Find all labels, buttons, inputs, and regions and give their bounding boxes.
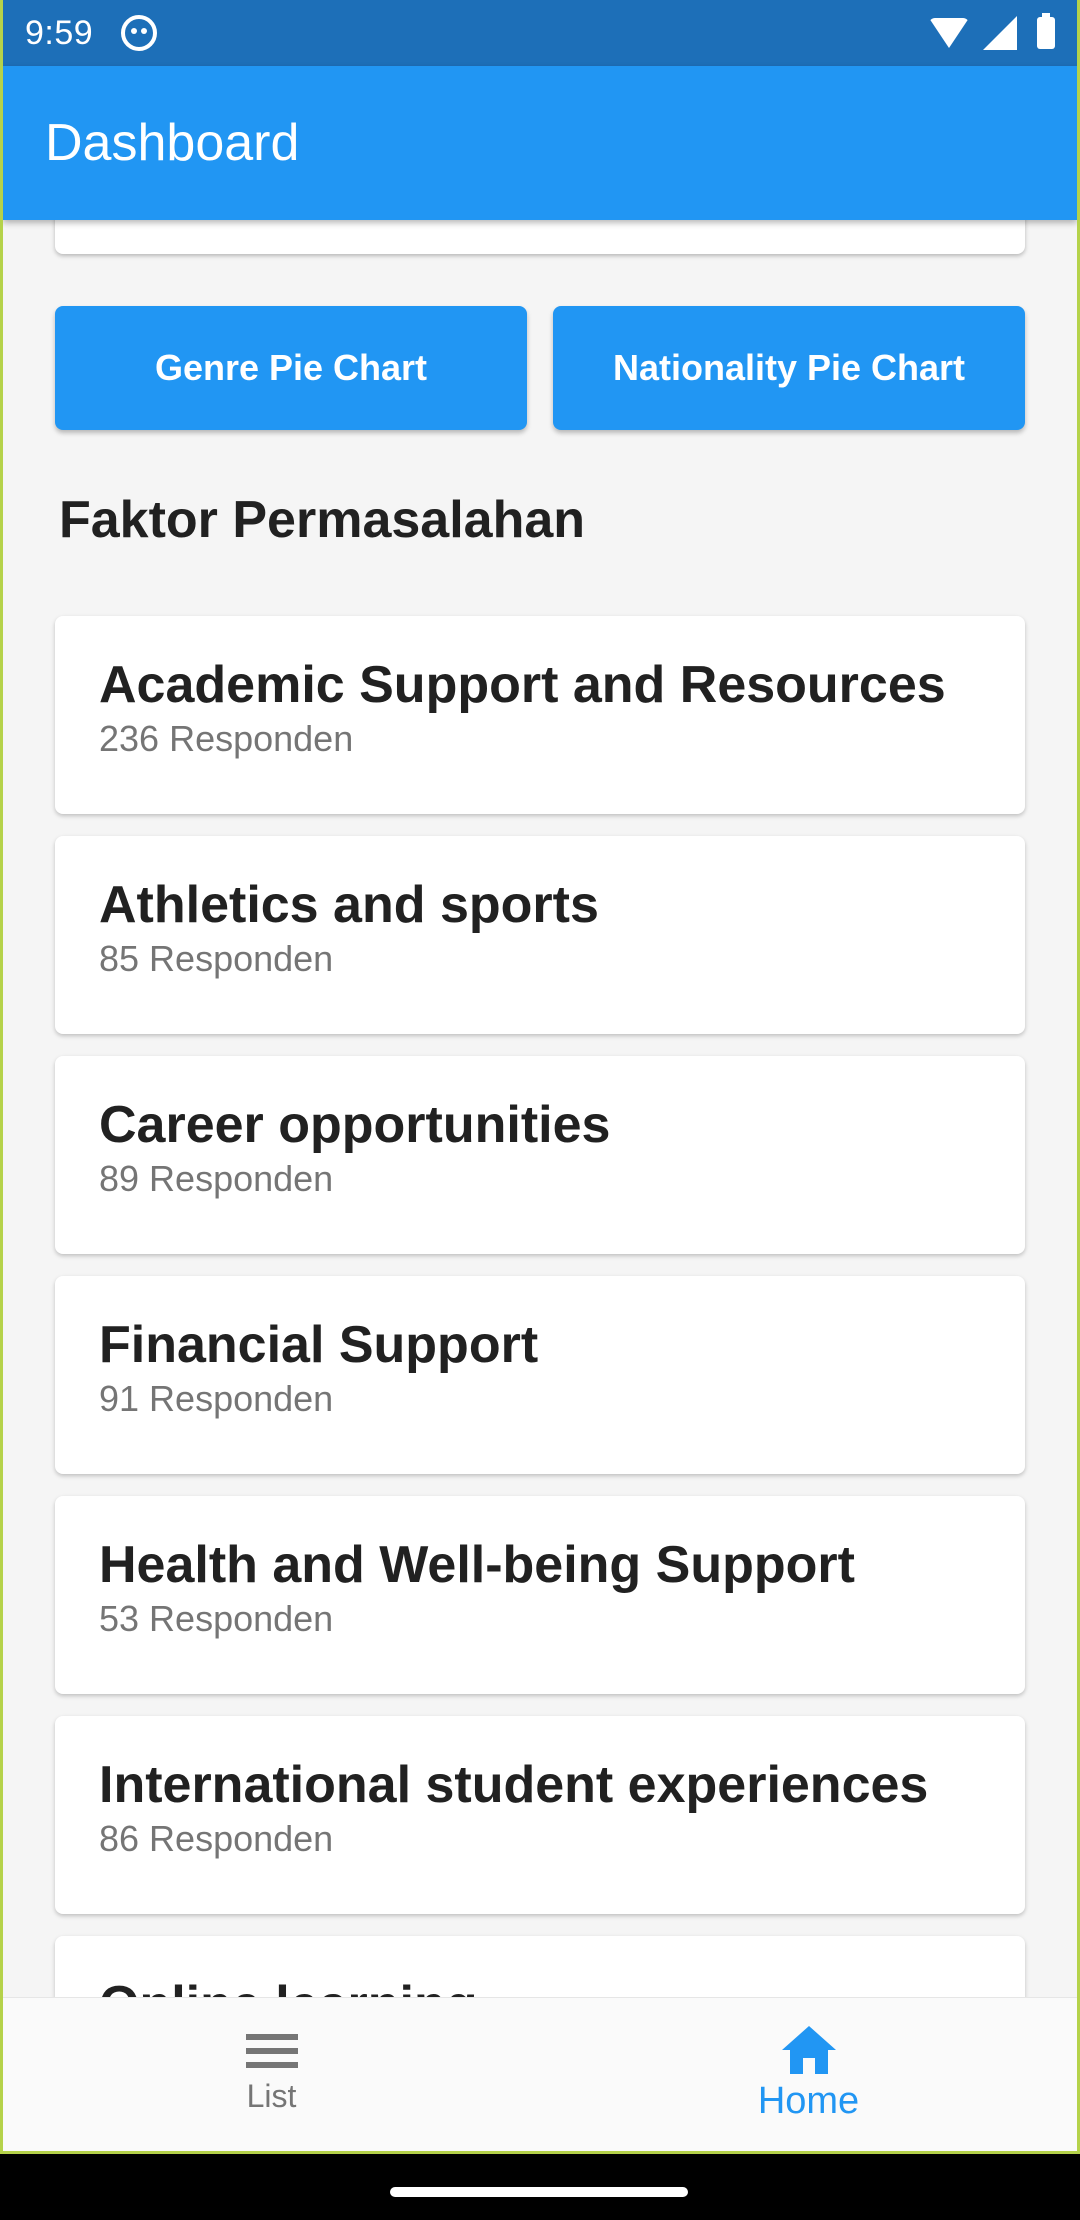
section-title: Faktor Permasalahan — [59, 491, 586, 549]
item-title: Career opportunities — [99, 1096, 611, 1154]
list-item[interactable]: Academic Support and Resources 236 Respo… — [55, 616, 1025, 814]
list-item[interactable]: Career opportunities 89 Responden — [55, 1056, 1025, 1254]
nav-item-list[interactable]: List — [3, 1998, 540, 2151]
item-respondents: 91 Responden — [99, 1378, 334, 1419]
home-icon — [781, 2026, 836, 2074]
item-respondents: 86 Responden — [99, 1818, 334, 1859]
list-item[interactable]: Online learning — [55, 1936, 1025, 2000]
previous-card — [55, 220, 1025, 254]
item-title: Financial Support — [99, 1316, 539, 1374]
gesture-navigation-bar[interactable] — [390, 2187, 688, 2197]
list-icon — [245, 2034, 298, 2068]
chart-button-row: Genre Pie Chart Nationality Pie Chart — [55, 306, 1025, 430]
nationality-pie-chart-button[interactable]: Nationality Pie Chart — [553, 306, 1025, 430]
scroll-content[interactable]: Genre Pie Chart Nationality Pie Chart Fa… — [3, 220, 1077, 2000]
list-item[interactable]: Financial Support 91 Responden — [55, 1276, 1025, 1474]
battery-icon — [1037, 13, 1055, 49]
item-title: Academic Support and Resources — [99, 656, 946, 714]
app-bar: Dashboard — [3, 66, 1077, 220]
status-icons — [929, 13, 1055, 50]
list-item[interactable]: Athletics and sports 85 Responden — [55, 836, 1025, 1034]
list-item[interactable]: Health and Well-being Support 53 Respond… — [55, 1496, 1025, 1694]
cell-signal-icon — [983, 16, 1017, 50]
genre-pie-chart-button[interactable]: Genre Pie Chart — [55, 306, 527, 430]
status-time: 9:59 — [25, 13, 94, 52]
item-respondents: 53 Responden — [99, 1598, 334, 1639]
item-respondents: 85 Responden — [99, 938, 334, 979]
list-item[interactable]: International student experiences 86 Res… — [55, 1716, 1025, 1914]
status-bar: 9:59 — [3, 0, 1077, 66]
nav-label-list: List — [246, 2078, 297, 2114]
item-title: Health and Well-being Support — [99, 1536, 855, 1594]
nav-item-home[interactable]: Home — [540, 1998, 1077, 2151]
item-title: Athletics and sports — [99, 876, 599, 934]
notification-cat-icon — [121, 15, 158, 51]
page-title: Dashboard — [45, 114, 300, 172]
item-respondents: 236 Responden — [99, 718, 354, 759]
bottom-navigation: List Home — [3, 1997, 1077, 2151]
wifi-icon — [929, 18, 969, 48]
item-respondents: 89 Responden — [99, 1158, 334, 1199]
item-title: International student experiences — [99, 1756, 929, 1814]
nav-label-home: Home — [757, 2080, 860, 2122]
app-screen: 9:59 Dashboard Genre Pie Chart Nationali… — [0, 0, 1080, 2154]
